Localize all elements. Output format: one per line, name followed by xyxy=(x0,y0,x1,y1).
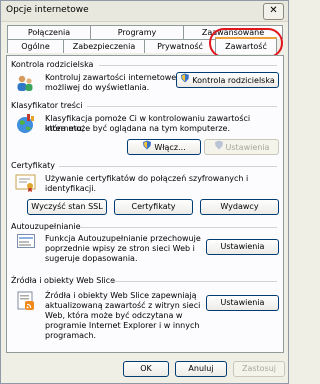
parental-control-button[interactable]: Kontrola rodzicielska xyxy=(176,72,279,88)
autocomplete-icon xyxy=(17,234,35,248)
feeds-desc-line5: programach. xyxy=(45,331,97,340)
parental-control-button-label: Kontrola rodzicielska xyxy=(192,76,275,85)
shield-icon xyxy=(142,140,152,155)
feeds-icon xyxy=(17,291,35,311)
parental-section-title: Kontrola rodzicielska xyxy=(11,60,94,69)
internet-options-window: Opcje internetowe ✕ Połączenia Programy … xyxy=(0,0,289,384)
ok-button[interactable]: OK xyxy=(123,361,169,377)
section-divider xyxy=(111,281,277,282)
certificates-section-title: Certyfikaty xyxy=(11,161,55,170)
section-divider xyxy=(79,227,277,228)
autocomplete-settings-button[interactable]: Ustawienia xyxy=(206,239,279,255)
parental-desc-line1: Kontroluj zawartości internetowej xyxy=(45,73,179,82)
tab-polaczenia[interactable]: Połączenia xyxy=(7,25,91,39)
autocomplete-desc-line1: Funkcja Autouzupełnianie przechowuje xyxy=(45,234,201,243)
cancel-button[interactable]: Anuluj xyxy=(175,361,227,377)
ratings-globe-icon xyxy=(15,113,37,135)
highlight-ring xyxy=(209,28,283,58)
close-button[interactable]: ✕ xyxy=(263,3,284,20)
ratings-desc-line2: która może być oglądana na tym komputerz… xyxy=(45,124,231,133)
feeds-desc-line1: Źródła i obiekty Web Slice zapewniają xyxy=(45,291,197,300)
tab-zabezpieczenia[interactable]: Zabezpieczenia xyxy=(63,39,145,53)
autocomplete-section-title: Autouzupełnianie xyxy=(11,222,81,231)
shield-icon xyxy=(214,140,224,155)
ratings-settings-label: Ustawienia xyxy=(225,143,270,152)
tab-ogolne[interactable]: Ogólne xyxy=(7,39,64,53)
apply-button[interactable]: Zastosuj xyxy=(233,361,285,377)
ratings-settings-button[interactable]: Ustawienia xyxy=(204,139,279,155)
parental-desc-line2: możliwej do wyświetlania. xyxy=(45,83,150,92)
section-divider xyxy=(59,166,277,167)
feeds-section-title: Źródła i obiekty Web Slice xyxy=(11,276,116,285)
window-title: Opcje internetowe xyxy=(6,5,89,15)
certificate-icon xyxy=(15,173,37,193)
enable-ratings-button[interactable]: Włącz... xyxy=(127,139,201,155)
publishers-button[interactable]: Wydawcy xyxy=(200,199,279,215)
section-divider xyxy=(99,65,277,66)
ratings-section-title: Klasyfikator treści xyxy=(11,101,83,110)
feeds-settings-button[interactable]: Ustawienia xyxy=(206,295,279,311)
certificates-button[interactable]: Certyfikaty xyxy=(114,199,193,215)
tab-programy[interactable]: Programy xyxy=(90,25,184,39)
feeds-desc-line4: programie Internet Explorer i w innych xyxy=(45,321,200,330)
certificates-desc-line1: Używanie certyfikatów do połączeń szyfro… xyxy=(45,174,249,183)
title-bar: Opcje internetowe ✕ xyxy=(1,1,288,22)
feeds-desc-line2: aktualizowaną zawartość z witryn sieci xyxy=(45,301,201,310)
tab-prywatnosc[interactable]: Prywatność xyxy=(144,39,216,53)
parental-shield-icon xyxy=(180,73,190,88)
enable-ratings-label: Włącz... xyxy=(154,143,186,152)
autocomplete-desc-line2: poprzednie wpisy ze stron sieci Web i xyxy=(45,244,195,253)
parental-users-icon xyxy=(15,73,35,93)
feeds-desc-line3: Web, która może być odczytana w xyxy=(45,311,183,320)
autocomplete-desc-line3: sugeruje dopasowania. xyxy=(45,254,138,263)
certificates-desc-line2: identyfikacji. xyxy=(45,184,96,193)
section-divider xyxy=(87,106,277,107)
clear-ssl-state-button[interactable]: Wyczyść stan SSL xyxy=(27,199,107,215)
content-panel: Kontrola rodzicielska Kontroluj zawartoś… xyxy=(6,55,284,353)
